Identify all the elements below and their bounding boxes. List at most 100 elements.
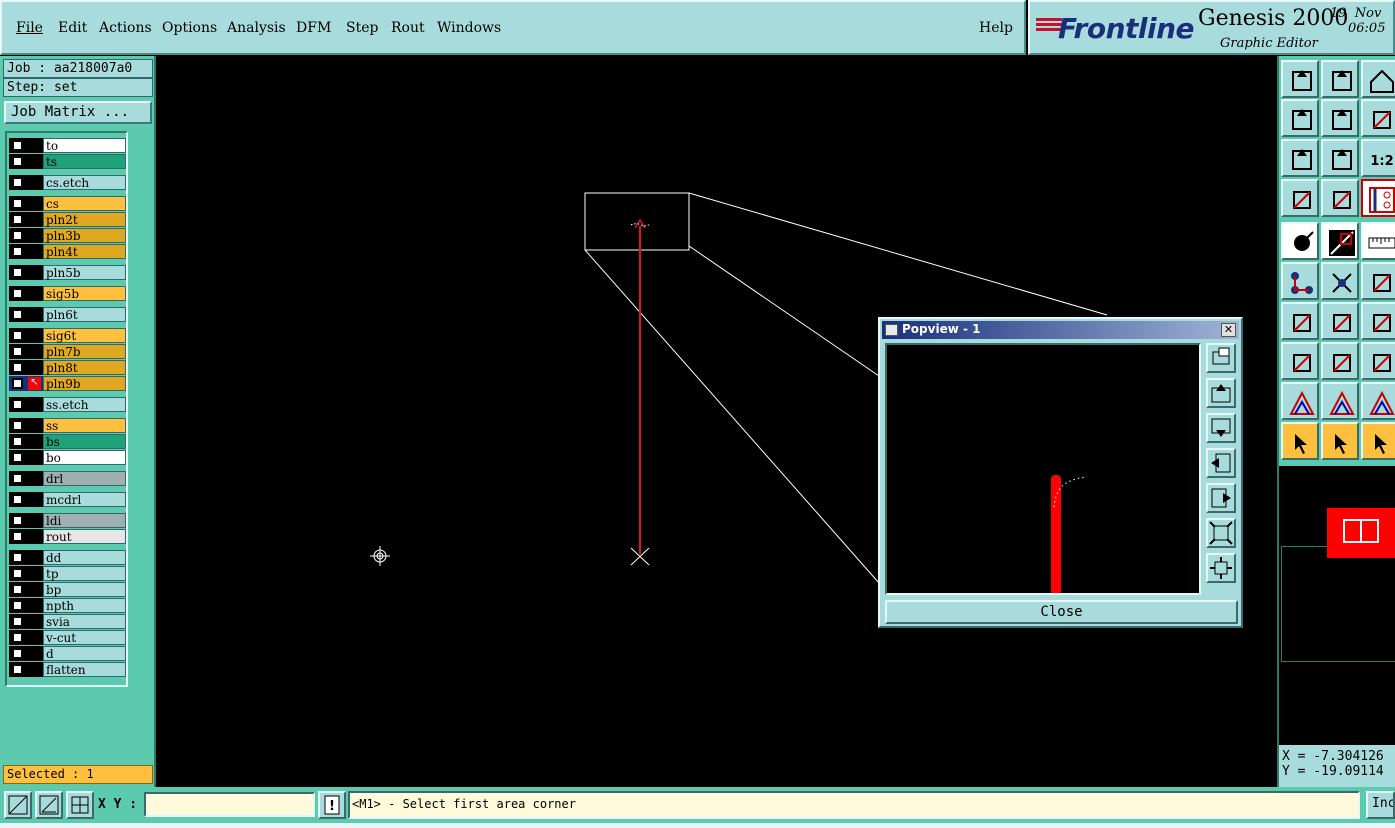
layer-name[interactable]: mcdrl bbox=[43, 492, 126, 507]
layer-checkbox[interactable] bbox=[12, 436, 23, 447]
layer-name[interactable]: ss bbox=[43, 418, 126, 433]
layer-name[interactable]: bs bbox=[43, 434, 126, 449]
zoom-up-icon[interactable] bbox=[1281, 60, 1319, 98]
undo-view-icon[interactable] bbox=[1361, 99, 1395, 137]
layer-name[interactable]: ts bbox=[43, 154, 126, 169]
layer-row[interactable]: bs bbox=[9, 434, 126, 449]
draw-line-icon[interactable] bbox=[1321, 222, 1359, 260]
menu-step[interactable]: Step bbox=[346, 20, 378, 36]
layer-row[interactable]: ↖ pln9b bbox=[9, 376, 126, 391]
layer-checkbox[interactable] bbox=[12, 531, 23, 542]
layer-row[interactable]: flatten bbox=[9, 662, 126, 677]
layer-checkbox[interactable] bbox=[12, 246, 23, 257]
layer-name[interactable]: rout bbox=[43, 529, 126, 544]
layer-name[interactable]: svia bbox=[43, 614, 126, 629]
line-split-icon[interactable] bbox=[1321, 342, 1359, 380]
popview-titlebar[interactable]: Popview - 1 ✕ bbox=[882, 321, 1239, 339]
layer-checkbox[interactable] bbox=[12, 288, 23, 299]
zoom-center-icon[interactable] bbox=[1321, 139, 1359, 177]
overview-frame[interactable] bbox=[1281, 546, 1395, 662]
layer-row[interactable]: tp bbox=[9, 566, 126, 581]
layer-checkbox[interactable] bbox=[12, 473, 23, 484]
layer-row[interactable]: pln4t bbox=[9, 244, 126, 259]
rotate-icon[interactable] bbox=[1361, 302, 1395, 340]
layer-checkbox[interactable] bbox=[12, 309, 23, 320]
layer-name[interactable]: dd bbox=[43, 550, 126, 565]
zoom-fit-icon[interactable] bbox=[1206, 518, 1236, 548]
layer-checkbox[interactable] bbox=[12, 568, 23, 579]
layer-row[interactable]: svia bbox=[9, 614, 126, 629]
layer-name[interactable]: v-cut bbox=[43, 630, 126, 645]
layer-name[interactable]: pln8t bbox=[43, 360, 126, 375]
inc-button[interactable]: Inc bbox=[1366, 791, 1395, 819]
layer-checkbox[interactable] bbox=[12, 378, 23, 389]
menu-dfm[interactable]: DFM bbox=[296, 20, 331, 36]
layer-row[interactable]: pln7b bbox=[9, 344, 126, 359]
select-box-icon[interactable] bbox=[1321, 422, 1359, 460]
layer-checkbox[interactable] bbox=[12, 156, 23, 167]
layer-checkbox[interactable] bbox=[12, 362, 23, 373]
layer-name[interactable]: pln3b bbox=[43, 228, 126, 243]
layer-checkbox[interactable] bbox=[12, 330, 23, 341]
menu-help[interactable]: Help bbox=[979, 20, 1013, 36]
layer-checkbox[interactable] bbox=[12, 664, 23, 675]
snap-icon[interactable] bbox=[4, 791, 32, 819]
layer-row[interactable]: rout bbox=[9, 529, 126, 544]
layer-name[interactable]: pln5b bbox=[43, 265, 126, 280]
layer-row[interactable]: cs.etch bbox=[9, 175, 126, 190]
layer-checkbox[interactable] bbox=[12, 452, 23, 463]
tools-icon[interactable] bbox=[1281, 179, 1319, 217]
grid-icon[interactable] bbox=[1321, 179, 1359, 217]
zoom-in-icon[interactable] bbox=[1206, 343, 1236, 373]
layer-checkbox[interactable] bbox=[12, 346, 23, 357]
pad-icon[interactable] bbox=[1281, 342, 1319, 380]
home-icon[interactable] bbox=[1361, 60, 1395, 98]
ruler-icon[interactable] bbox=[1361, 222, 1395, 260]
layer-row[interactable]: dd bbox=[9, 550, 126, 565]
pan-up-icon[interactable] bbox=[1206, 378, 1236, 408]
zoom-fit-icon[interactable] bbox=[1281, 139, 1319, 177]
layer-checkbox[interactable] bbox=[12, 584, 23, 595]
measure-icon[interactable] bbox=[1361, 262, 1395, 300]
menu-windows[interactable]: Windows bbox=[437, 20, 501, 36]
select-icon[interactable] bbox=[1281, 422, 1319, 460]
layer-row[interactable]: cs bbox=[9, 196, 126, 211]
layer-row[interactable]: d bbox=[9, 646, 126, 661]
layer-row[interactable]: ts bbox=[9, 154, 126, 169]
layer-row[interactable]: ss.etch bbox=[9, 397, 126, 412]
layer-name[interactable]: tp bbox=[43, 566, 126, 581]
popview-canvas[interactable] bbox=[885, 343, 1201, 595]
window-menu-icon[interactable] bbox=[885, 324, 898, 336]
intersect-icon[interactable] bbox=[1321, 262, 1359, 300]
layer-name[interactable]: pln9b bbox=[43, 376, 126, 391]
angle-icon[interactable] bbox=[35, 791, 63, 819]
layer-checkbox[interactable] bbox=[12, 140, 23, 151]
layer-row[interactable]: drl bbox=[9, 471, 126, 486]
layer-row[interactable]: pln2t bbox=[9, 212, 126, 227]
layer-name[interactable]: drl bbox=[43, 471, 126, 486]
layer-name[interactable]: pln2t bbox=[43, 212, 126, 227]
zoom-down-icon[interactable] bbox=[1321, 60, 1359, 98]
zoom-home-icon[interactable] bbox=[1206, 553, 1236, 583]
layer-row[interactable]: pln3b bbox=[9, 228, 126, 243]
layer-checkbox[interactable] bbox=[12, 399, 23, 410]
close-icon[interactable]: ✕ bbox=[1221, 323, 1236, 337]
layer-name[interactable]: pln7b bbox=[43, 344, 126, 359]
slope-icon[interactable] bbox=[1321, 302, 1359, 340]
layer-row[interactable]: pln8t bbox=[9, 360, 126, 375]
layer-checkbox[interactable] bbox=[12, 616, 23, 627]
pan-left-icon[interactable] bbox=[1206, 448, 1236, 478]
layer-name[interactable]: npth bbox=[43, 598, 126, 613]
pan-down-icon[interactable] bbox=[1206, 413, 1236, 443]
layer-checkbox[interactable] bbox=[12, 632, 23, 643]
layer-row[interactable]: pln5b bbox=[9, 265, 126, 280]
layer-checkbox[interactable] bbox=[12, 552, 23, 563]
layer-checkbox[interactable] bbox=[12, 214, 23, 225]
layer-checkbox[interactable] bbox=[12, 600, 23, 611]
snap-center-icon[interactable] bbox=[1281, 222, 1319, 260]
pan-left-icon[interactable] bbox=[1281, 99, 1319, 137]
triangle-icon[interactable] bbox=[1281, 382, 1319, 420]
layer-stack-icon[interactable] bbox=[1361, 179, 1395, 217]
layer-name[interactable]: cs bbox=[43, 196, 126, 211]
layer-checkbox[interactable] bbox=[12, 420, 23, 431]
